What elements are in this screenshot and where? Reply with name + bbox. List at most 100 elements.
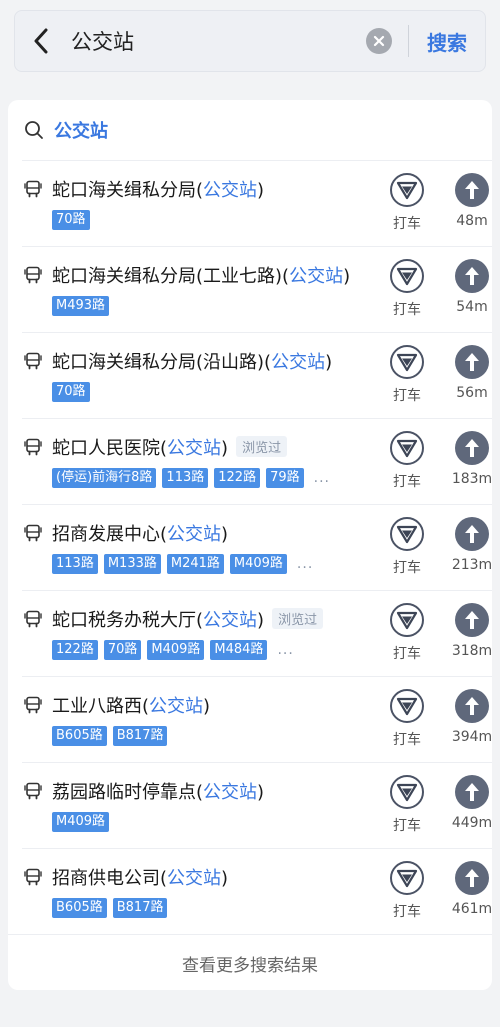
result-name-prefix: 蛇口海关缉私分局(工业七路)( [52,266,290,287]
navigation-arrow-icon [465,869,479,887]
result-name: 招商发展中心(公交站) [52,520,228,546]
taxi-button[interactable]: 打车 [380,603,434,663]
result-name-prefix: 蛇口税务办税大厅( [52,610,204,631]
suggestion-row[interactable]: 公交站 [8,100,492,160]
distance-label: 449m [451,815,492,831]
navigate-button[interactable]: 318m [440,603,492,659]
result-name-highlight: 公交站 [149,696,204,717]
taxi-label: 打车 [393,560,421,576]
navigate-button[interactable]: 48m [440,173,492,229]
result-name-prefix: 蛇口海关缉私分局(沿山路)( [52,352,272,373]
more-routes-indicator: ... [313,470,330,486]
result-name: 蛇口人民医院(公交站) 浏览过 [52,434,288,460]
result-item[interactable]: 蛇口人民医院(公交站) 浏览过 (停运)前海行8路 113路 122路 79路... 打… [22,418,492,504]
search-button[interactable]: 搜索 [409,27,485,56]
taxi-button[interactable]: 打车 [380,345,434,405]
distance-label: 48m [456,213,488,229]
navigate-button[interactable]: 56m [440,345,492,401]
taxi-icon [396,267,418,286]
distance-label: 54m [456,299,488,315]
route-tag: B817路 [112,726,168,746]
navigate-button[interactable]: 54m [440,259,492,315]
route-tag: B605路 [52,726,107,746]
result-item[interactable]: 蛇口海关缉私分局(工业七路)(公交站) M493路 打车 54m [22,246,492,332]
route-tag: M409路 [229,554,287,574]
result-name-suffix: ) [257,180,265,201]
result-item[interactable]: 招商发展中心(公交站) 113路 M133路 M241路 M409路... 打车 21… [22,504,492,590]
more-routes-indicator: ... [277,642,294,658]
more-results-button[interactable]: 查看更多搜索结果 [8,934,492,990]
result-name: 蛇口税务办税大厅(公交站) 浏览过 [52,606,324,632]
bus-icon [24,782,42,800]
navigate-button[interactable]: 461m [440,861,492,917]
result-name-highlight: 公交站 [271,352,326,373]
route-tag: 70路 [52,210,90,230]
clear-button[interactable] [366,28,392,54]
result-item[interactable]: 蛇口税务办税大厅(公交站) 浏览过 122路 70路 M409路 M484路... 打车… [22,590,492,676]
taxi-button[interactable]: 打车 [380,173,434,233]
result-item[interactable]: 工业八路西(公交站) B605路 B817路 打车 394m [22,676,492,762]
taxi-button[interactable]: 打车 [380,689,434,749]
result-name-prefix: 招商发展中心( [52,524,168,545]
taxi-icon [396,353,418,372]
result-name-highlight: 公交站 [289,266,344,287]
taxi-label: 打车 [393,302,421,318]
result-name-highlight: 公交站 [167,868,222,889]
taxi-icon [396,439,418,458]
route-tags: M409路 [52,812,115,832]
route-tag: 70路 [52,382,90,402]
route-tag: 113路 [52,554,98,574]
navigate-button[interactable]: 213m [440,517,492,573]
taxi-button[interactable]: 打车 [380,517,434,577]
route-tags: B605路 B817路 [52,726,173,746]
navigation-arrow-icon [465,525,479,543]
route-tag: M133路 [103,554,161,574]
viewed-badge: 浏览过 [236,436,288,457]
taxi-label: 打车 [393,388,421,404]
route-tags: 70路 [52,210,96,230]
navigate-button[interactable]: 183m [440,431,492,487]
taxi-icon [396,783,418,802]
result-item[interactable]: 蛇口海关缉私分局(公交站) 70路 打车 48m [22,160,492,246]
route-tag: M409路 [52,812,110,832]
bus-icon [24,696,42,714]
taxi-button[interactable]: 打车 [380,431,434,491]
route-tags: 113路 M133路 M241路 M409路... [52,554,313,574]
results-card: 公交站 蛇口海关缉私分局(公交站) 70路 打车 48m 蛇口海关缉私分局(工业… [8,100,492,990]
result-name-prefix: 蛇口海关缉私分局( [52,180,204,201]
navigate-button[interactable]: 449m [440,775,492,831]
result-name: 蛇口海关缉私分局(沿山路)(公交站) [52,348,332,374]
result-name: 蛇口海关缉私分局(公交站) [52,176,264,202]
route-tag: 122路 [214,468,261,488]
distance-label: 318m [451,643,492,659]
result-name-highlight: 公交站 [167,524,222,545]
navigation-arrow-icon [465,697,479,715]
result-name-prefix: 招商供电公司( [52,868,168,889]
navigation-arrow-icon [465,267,479,285]
bus-icon [24,180,42,198]
back-arrow-icon [34,28,48,54]
route-tag: M484路 [210,640,268,660]
result-item[interactable]: 蛇口海关缉私分局(沿山路)(公交站) 70路 打车 56m [22,332,492,418]
taxi-button[interactable]: 打车 [380,861,434,921]
result-item[interactable]: 荔园路临时停靠点(公交站) M409路 打车 449m [22,762,492,848]
result-name-highlight: 公交站 [203,610,258,631]
taxi-button[interactable]: 打车 [380,259,434,319]
search-bar: 公交站 搜索 [14,10,486,72]
result-name-suffix: ) [257,782,265,803]
back-button[interactable] [15,10,67,72]
result-name-suffix: ) [343,266,351,287]
taxi-label: 打车 [393,646,421,662]
result-item[interactable]: 招商供电公司(公交站) B605路 B817路 打车 461m [22,848,492,934]
route-tags: 70路 [52,382,96,402]
taxi-label: 打车 [393,474,421,490]
bus-icon [24,352,42,370]
navigate-button[interactable]: 394m [440,689,492,745]
taxi-icon [396,697,418,716]
result-name-suffix: ) [221,524,229,545]
search-input[interactable]: 公交站 [67,26,366,56]
taxi-button[interactable]: 打车 [380,775,434,835]
route-tags: B605路 B817路 [52,898,173,918]
route-tag: 122路 [52,640,98,660]
result-name: 工业八路西(公交站) [52,692,210,718]
